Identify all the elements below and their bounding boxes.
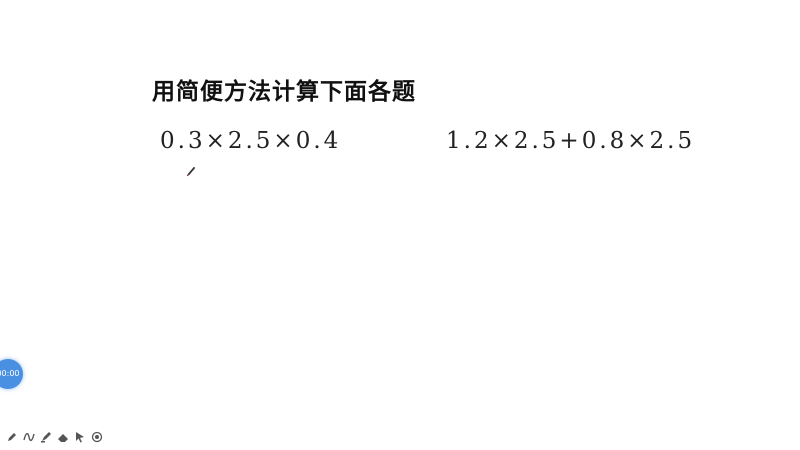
problem-1: 0.3×2.5×0.4 (160, 128, 342, 154)
pen-cursor-icon (186, 163, 196, 177)
drawing-toolbar (6, 430, 103, 444)
highlighter-icon[interactable] (40, 431, 52, 443)
curve-icon[interactable] (23, 431, 35, 443)
pen-icon[interactable] (6, 431, 18, 443)
problem-2: 1.2×2.5+0.8×2.5 (446, 128, 696, 154)
eraser-icon[interactable] (57, 431, 69, 443)
record-icon[interactable] (91, 431, 103, 443)
page-title: 用简便方法计算下面各题 (152, 79, 416, 105)
pointer-icon[interactable] (74, 431, 86, 443)
recording-timer[interactable]: 00:00 (0, 359, 23, 389)
whiteboard-canvas[interactable]: 用简便方法计算下面各题 0.3×2.5×0.4 1.2×2.5+0.8×2.5 … (0, 0, 800, 450)
